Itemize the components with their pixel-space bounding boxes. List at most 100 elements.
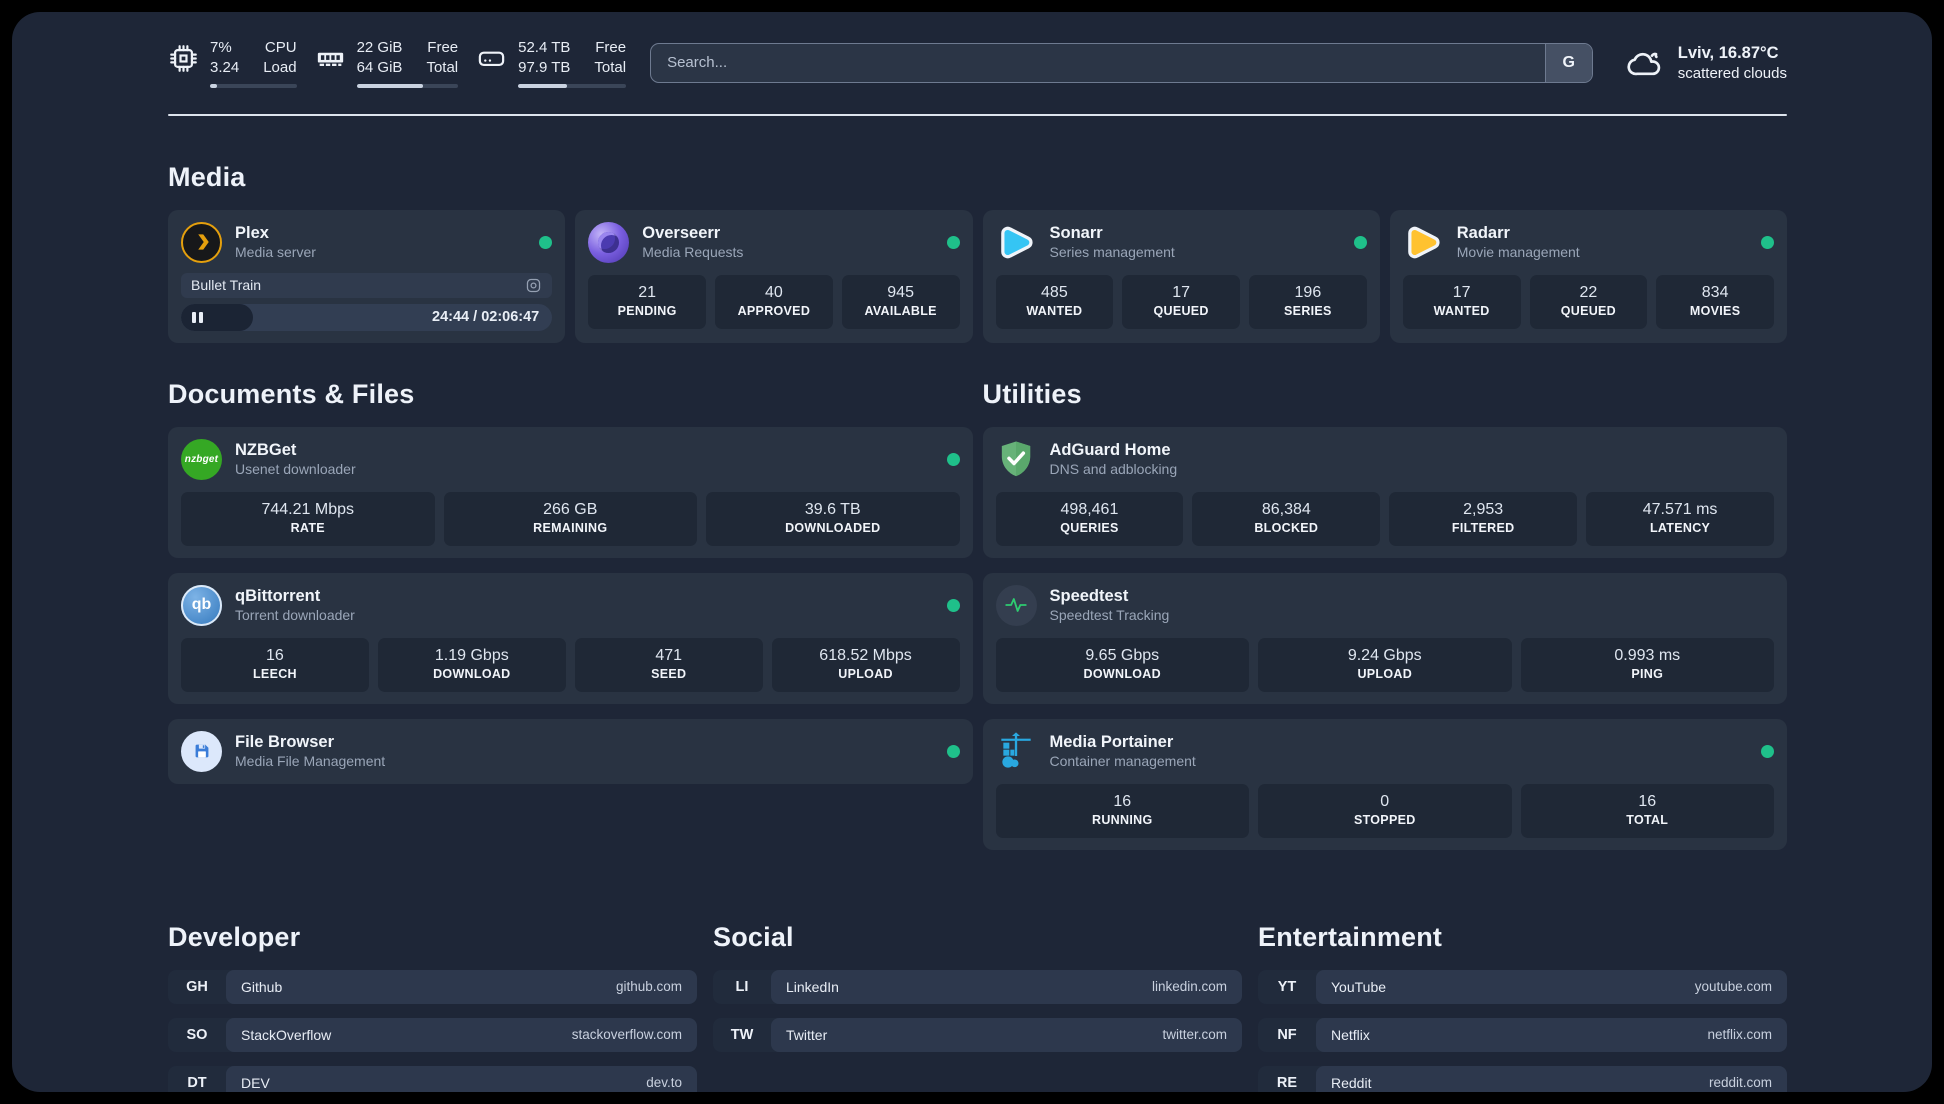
qbittorrent-card[interactable]: qb qBittorrent Torrent downloader 16 LEE… xyxy=(168,572,973,704)
app-subtitle: Speedtest Tracking xyxy=(1049,607,1170,624)
bookmark-name: Github xyxy=(241,978,283,995)
dashboard-window: 7% 3.24 CPU Load 22 GiB 64 GiB Free Tota… xyxy=(0,0,1944,1104)
status-dot xyxy=(946,452,960,466)
stat-value: 9.65 Gbps xyxy=(1085,646,1160,664)
stat-value: 266 GB xyxy=(543,500,598,518)
app-subtitle: DNS and adblocking xyxy=(1049,461,1178,478)
sonarr-card[interactable]: Sonarr Series management 485 WANTED 17 Q… xyxy=(982,209,1380,343)
cpu-values: 7% 3.24 xyxy=(210,38,239,79)
app-title: File Browser xyxy=(235,732,335,751)
bookmarks-developer: Developer GH Github github.com SO StackO… xyxy=(168,922,697,1092)
section-utilities: Utilities AdGuard Home DNS and adblockin… xyxy=(982,379,1787,850)
app-title: Overseerr xyxy=(642,223,721,242)
stat-label: RUNNING xyxy=(1092,813,1153,828)
bookmark-dev[interactable]: DT DEV dev.to xyxy=(168,1065,697,1092)
bookmark-linkedin[interactable]: LI LinkedIn linkedin.com xyxy=(713,969,1242,1004)
bookmark-netflix[interactable]: NF Netflix netflix.com xyxy=(1258,1017,1787,1052)
dashboard-panel: 7% 3.24 CPU Load 22 GiB 64 GiB Free Tota… xyxy=(12,12,1932,1092)
bookmark-abbr: NF xyxy=(1277,1026,1297,1043)
bookmark-abbr: TW xyxy=(730,1026,754,1043)
memory-progress-fill xyxy=(356,83,423,88)
system-stats: 7% 3.24 CPU Load 22 GiB 64 GiB Free Tota… xyxy=(168,38,627,88)
section-title-entertainment: Entertainment xyxy=(1258,921,1443,952)
portainer-card[interactable]: Media Portainer Container management 16 … xyxy=(982,718,1787,850)
stat-label: PENDING xyxy=(617,304,677,319)
overseerr-icon xyxy=(588,221,630,263)
stat-value: 9.24 Gbps xyxy=(1347,646,1422,664)
stat-label: APPROVED xyxy=(737,304,811,319)
app-subtitle: Media server xyxy=(235,244,316,261)
adguard-card[interactable]: AdGuard Home DNS and adblocking 498,461 … xyxy=(982,426,1787,558)
stat-value: 834 xyxy=(1701,283,1729,301)
search-provider-button[interactable]: G xyxy=(1544,43,1592,82)
stat-label: TOTAL xyxy=(1626,813,1669,828)
bookmarks-social: Social LI LinkedIn linkedin.com TW Twitt… xyxy=(713,922,1242,1092)
bookmark-abbr: YT xyxy=(1277,978,1297,995)
radarr-card[interactable]: Radarr Movie management 17 WANTED 22 QUE… xyxy=(1389,209,1787,343)
search-input[interactable] xyxy=(651,43,1545,82)
bookmark-reddit[interactable]: RE Reddit reddit.com xyxy=(1258,1065,1787,1092)
bookmark-name: DEV xyxy=(241,1074,270,1091)
stat: 16 LEECH xyxy=(181,637,369,692)
stat: 2,953 FILTERED xyxy=(1389,491,1578,546)
bookmark-name: Twitter xyxy=(786,1026,828,1043)
plex-card[interactable]: Plex Media server Bullet Train 24:44 / 0 xyxy=(168,209,566,343)
overseerr-card[interactable]: Overseerr Media Requests 21 PENDING 40 A… xyxy=(575,209,973,343)
app-subtitle: Series management xyxy=(1049,244,1175,261)
speedtest-card[interactable]: Speedtest Speedtest Tracking 9.65 Gbps D… xyxy=(982,572,1787,704)
bookmark-twitter[interactable]: TW Twitter twitter.com xyxy=(713,1017,1242,1052)
disk-values: 52.4 TB 97.9 TB xyxy=(518,38,570,79)
stat-label: FILTERED xyxy=(1451,521,1515,536)
bookmarks-entertainment: Entertainment YT YouTube youtube.com NF … xyxy=(1258,922,1787,1092)
stat-label: DOWNLOADED xyxy=(785,521,881,536)
playback-elapsed-segment xyxy=(181,303,254,331)
pause-icon xyxy=(192,311,196,323)
app-title: Plex xyxy=(235,223,269,242)
app-subtitle: Movie management xyxy=(1456,244,1580,261)
stat-value: 1.19 Gbps xyxy=(434,646,509,664)
stat-label: LEECH xyxy=(253,667,297,682)
memory-total: 64 GiB xyxy=(356,59,403,77)
stat: 16 TOTAL xyxy=(1520,783,1774,838)
sonarr-icon xyxy=(996,222,1037,263)
stat: 0.993 ms PING xyxy=(1520,637,1774,692)
stat: 86,384 BLOCKED xyxy=(1192,491,1381,546)
bookmark-stackoverflow[interactable]: SO StackOverflow stackoverflow.com xyxy=(168,1017,697,1052)
stat-label: QUERIES xyxy=(1060,521,1119,536)
stat-value: 945 xyxy=(887,283,914,301)
memory-labels: Free Total xyxy=(426,39,459,77)
bookmark-youtube[interactable]: YT YouTube youtube.com xyxy=(1258,969,1787,1004)
speedtest-icon xyxy=(995,584,1037,626)
weather-condition: scattered clouds xyxy=(1677,65,1787,83)
memory-free: 22 GiB xyxy=(356,39,403,56)
disk-icon xyxy=(478,51,505,67)
stat-value: 16 xyxy=(1638,792,1657,810)
stat: 16 RUNNING xyxy=(995,783,1249,838)
status-dot xyxy=(946,744,960,758)
stat-value: 485 xyxy=(1041,283,1068,301)
status-dot xyxy=(1353,235,1367,249)
stat: 0 STOPPED xyxy=(1258,783,1512,838)
stat: 39.6 TB DOWNLOADED xyxy=(706,491,960,546)
stat: 9.24 Gbps UPLOAD xyxy=(1258,637,1512,692)
stat: 17 WANTED xyxy=(1402,274,1521,329)
stat-label: STOPPED xyxy=(1353,813,1416,828)
bookmark-github[interactable]: GH Github github.com xyxy=(168,969,697,1004)
stat: 834 MOVIES xyxy=(1656,274,1774,329)
filebrowser-card[interactable]: File Browser Media File Management xyxy=(168,718,973,784)
cloud-icon xyxy=(1627,52,1660,75)
status-dot xyxy=(946,235,960,249)
nzbget-card[interactable]: nzbget NZBGet Usenet downloader 744.21 M… xyxy=(168,426,973,558)
stat-label: UPLOAD xyxy=(1357,667,1413,682)
stat-value: 744.21 Mbps xyxy=(261,500,354,518)
cpu-icon xyxy=(170,45,197,72)
app-title: Speedtest xyxy=(1049,586,1129,605)
app-subtitle: Media File Management xyxy=(235,753,386,770)
stat: 21 PENDING xyxy=(588,274,706,329)
app-subtitle: Media Requests xyxy=(642,244,744,261)
stat: 618.52 Mbps UPLOAD xyxy=(771,637,960,692)
memory-values: 22 GiB 64 GiB xyxy=(357,38,403,79)
bookmark-url: dev.to xyxy=(646,1075,682,1091)
app-title: Radarr xyxy=(1456,223,1510,242)
app-subtitle: Container management xyxy=(1049,753,1196,770)
